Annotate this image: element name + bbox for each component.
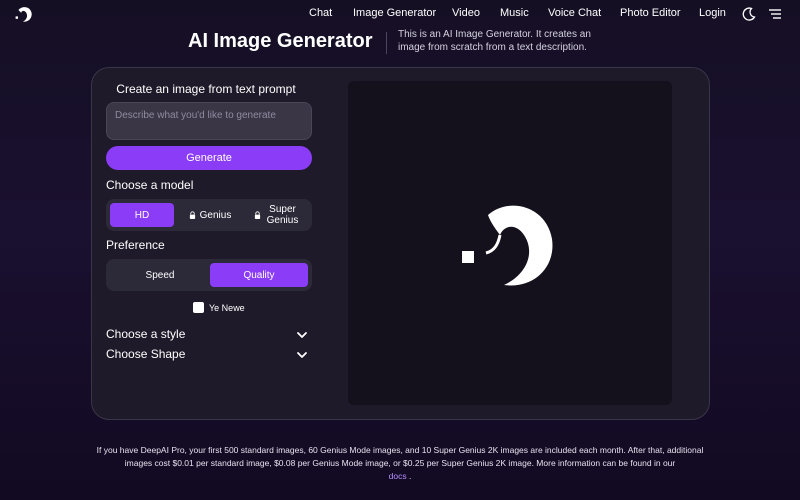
ye-newe-option[interactable]: Ye Newe bbox=[193, 301, 245, 314]
deepai-logo-icon[interactable] bbox=[14, 4, 34, 24]
nav-login[interactable]: Login bbox=[699, 7, 726, 19]
menu-icon[interactable] bbox=[767, 6, 783, 22]
prompt-placeholder: Describe what you'd like to generate bbox=[115, 110, 276, 121]
preference-option-label: Speed bbox=[145, 269, 175, 281]
nav-voice-chat[interactable]: Voice Chat bbox=[548, 7, 601, 19]
nav-music[interactable]: Music bbox=[500, 7, 529, 19]
nav-image-generator[interactable]: Image Generator bbox=[353, 7, 436, 19]
title-divider bbox=[386, 32, 387, 54]
nav-chat[interactable]: Chat bbox=[309, 7, 332, 19]
model-option-label: Genius bbox=[199, 209, 232, 221]
shape-accordion[interactable]: Choose Shape bbox=[106, 347, 312, 363]
theme-toggle-icon[interactable] bbox=[741, 6, 757, 22]
model-option-label: HD bbox=[134, 209, 150, 221]
pricing-footer: If you have DeepAI Pro, your first 500 s… bbox=[90, 444, 710, 483]
prompt-input[interactable]: Describe what you'd like to generate bbox=[106, 102, 312, 140]
chevron-down-icon bbox=[297, 332, 307, 338]
style-accordion[interactable]: Choose a style bbox=[106, 327, 312, 343]
shape-accordion-label: Choose Shape bbox=[106, 347, 186, 361]
page-title: AI Image Generator bbox=[188, 30, 373, 52]
preference-option-speed[interactable]: Speed bbox=[110, 263, 210, 287]
page-description: This is an AI Image Generator. It create… bbox=[398, 29, 591, 53]
style-accordion-label: Choose a style bbox=[106, 327, 186, 341]
ye-newe-checkbox[interactable] bbox=[193, 302, 204, 313]
lock-icon bbox=[254, 211, 260, 219]
model-option-genius[interactable]: Genius bbox=[178, 203, 242, 227]
model-option-label: Super Genius bbox=[266, 204, 299, 226]
preference-option-quality[interactable]: Quality bbox=[210, 263, 308, 287]
model-selector: HD Genius Super Genius bbox=[106, 199, 312, 231]
checkbox-label: Ye Newe bbox=[209, 302, 245, 313]
model-label: Choose a model bbox=[106, 178, 194, 192]
docs-link[interactable]: docs bbox=[389, 471, 407, 481]
footer-suffix: . bbox=[408, 471, 412, 481]
deepai-logo-icon bbox=[462, 205, 553, 286]
model-option-hd[interactable]: HD bbox=[110, 203, 174, 227]
nav-photo-editor[interactable]: Photo Editor bbox=[620, 7, 681, 19]
preference-label: Preference bbox=[106, 238, 165, 252]
chevron-down-icon bbox=[297, 352, 307, 358]
generate-button[interactable]: Generate bbox=[106, 146, 312, 170]
preference-selector: Speed Quality bbox=[106, 259, 312, 291]
lock-icon bbox=[189, 211, 195, 219]
preference-option-label: Quality bbox=[243, 269, 275, 281]
image-preview bbox=[348, 81, 672, 405]
top-nav: Chat Image Generator Video Music Voice C… bbox=[0, 0, 800, 28]
nav-video[interactable]: Video bbox=[452, 7, 480, 19]
model-option-super-genius[interactable]: Super Genius bbox=[246, 203, 308, 227]
footer-text: If you have DeepAI Pro, your first 500 s… bbox=[96, 445, 704, 468]
prompt-heading: Create an image from text prompt bbox=[116, 82, 296, 96]
